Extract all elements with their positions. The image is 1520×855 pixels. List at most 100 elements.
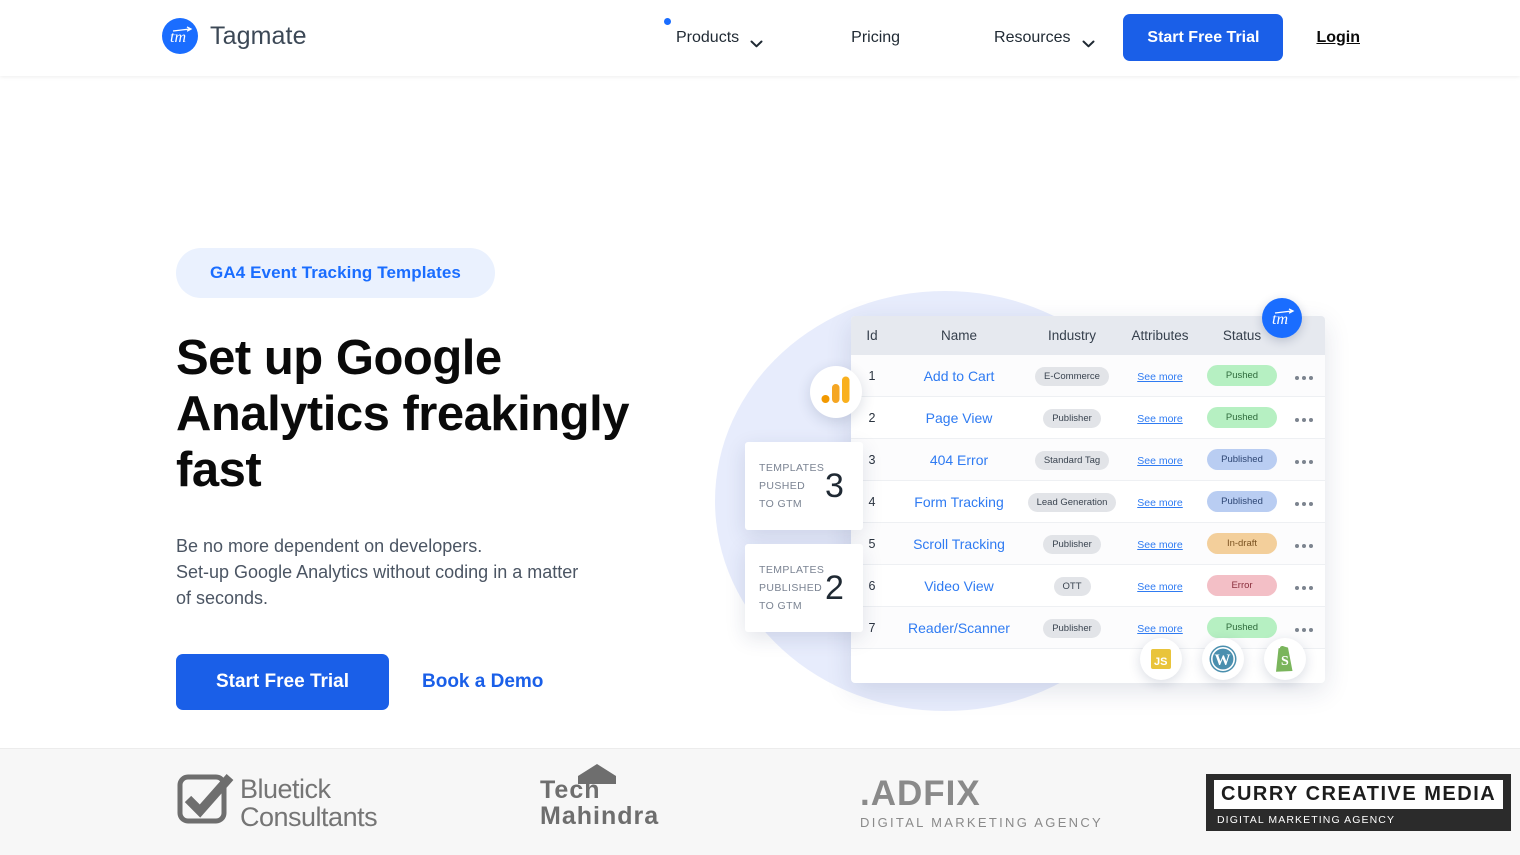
cell-industry: E-Commerce (1025, 366, 1119, 386)
curry-wordmark: CURRY CREATIVE MEDIA (1214, 780, 1504, 809)
table-row[interactable]: 5 Scroll Tracking Publisher See more In-draf… (851, 523, 1325, 565)
cell-status: Pushed (1201, 365, 1283, 386)
table-row[interactable]: 2 Page View Publisher See more Pushed (851, 397, 1325, 439)
hero-illustration: Id Name Industry Attributes Status 1 Add … (700, 266, 1380, 736)
cell-name[interactable]: Add to Cart (893, 368, 1025, 384)
cell-name[interactable]: Reader/Scanner (893, 620, 1025, 636)
cell-actions[interactable] (1283, 451, 1325, 469)
industry-chip: OTT (1053, 576, 1091, 596)
cell-actions[interactable] (1283, 493, 1325, 511)
column-header-name: Name (940, 328, 977, 343)
hero-book-demo-link[interactable]: Book a Demo (422, 671, 543, 693)
adfix-wordmark: .ADFIX (860, 773, 981, 813)
chevron-down-icon (750, 35, 763, 48)
client-logos-strip: Bluetick Consultants Tech Mahindra .ADFI… (0, 748, 1520, 855)
more-options-icon[interactable] (1295, 543, 1313, 548)
cell-status: Published (1201, 491, 1283, 512)
cell-industry: Publisher (1025, 534, 1119, 554)
see-more-link[interactable]: See more (1137, 413, 1183, 425)
more-options-icon[interactable] (1295, 375, 1313, 380)
nav-item-products[interactable]: Products (664, 18, 763, 48)
cell-industry: Publisher (1025, 618, 1119, 638)
hero-cta-group: Start Free Trial Book a Demo (176, 654, 736, 710)
bluetick-line2: Consultants (240, 801, 378, 832)
status-badge: Pushed (1207, 617, 1277, 638)
chevron-down-icon (1082, 35, 1095, 48)
cell-status: Pushed (1201, 407, 1283, 428)
svg-text:JS: JS (1154, 656, 1167, 668)
cell-id: 2 (868, 410, 876, 425)
table-row[interactable]: 3 404 Error Standard Tag See more Published (851, 439, 1325, 481)
svg-text:tm: tm (1272, 311, 1288, 328)
cell-name[interactable]: Page View (893, 410, 1025, 426)
templates-table-card: Id Name Industry Attributes Status 1 Add … (851, 316, 1325, 683)
javascript-icon: JS (1140, 638, 1182, 680)
nav-item-resources[interactable]: Resources (994, 29, 1095, 48)
stat-label-pushed: Templates pushed to GTM (759, 462, 825, 510)
see-more-link[interactable]: See more (1137, 497, 1183, 509)
stat-label-published: Templates published to GTM (759, 564, 825, 612)
cell-actions[interactable] (1283, 577, 1325, 595)
logo-bluetick-consultants: Bluetick Consultants (176, 749, 378, 855)
cell-status: Error (1201, 575, 1283, 596)
cell-attributes: See more (1119, 493, 1201, 511)
status-badge: Pushed (1207, 365, 1277, 386)
cell-industry: OTT (1025, 576, 1119, 596)
cell-attributes: See more (1119, 409, 1201, 427)
start-free-trial-button[interactable]: Start Free Trial (1123, 14, 1284, 61)
see-more-link[interactable]: See more (1137, 455, 1183, 467)
hero-subtitle-line3: of seconds. (176, 588, 269, 608)
cell-actions[interactable] (1283, 619, 1325, 637)
table-row[interactable]: 6 Video View OTT See more Error (851, 565, 1325, 607)
svg-text:W: W (1215, 652, 1231, 669)
tech-mahindra-house-icon (576, 763, 618, 790)
google-analytics-icon (810, 366, 862, 418)
industry-chip: E-Commerce (1035, 366, 1109, 386)
more-options-icon[interactable] (1295, 501, 1313, 506)
table-body: 1 Add to Cart E-Commerce See more Pushed 2 Pag… (851, 355, 1325, 649)
status-badge: In-draft (1207, 533, 1277, 554)
cell-name[interactable]: Scroll Tracking (893, 536, 1025, 552)
more-options-icon[interactable] (1295, 459, 1313, 464)
cell-actions[interactable] (1283, 367, 1325, 385)
tech-mahindra-line2: Mahindra (540, 801, 660, 830)
nav-item-pricing[interactable]: Pricing (851, 29, 900, 47)
table-row[interactable]: 4 Form Tracking Lead Generation See more Pub… (851, 481, 1325, 523)
cell-actions[interactable] (1283, 409, 1325, 427)
stat-value-published: 2 (825, 568, 844, 607)
bluetick-check-icon (176, 771, 234, 834)
cell-name[interactable]: Video View (893, 578, 1025, 594)
industry-chip: Publisher (1043, 618, 1101, 638)
hero-subtitle-line1: Be no more dependent on developers. (176, 536, 483, 556)
see-more-link[interactable]: See more (1137, 581, 1183, 593)
cell-attributes: See more (1119, 577, 1201, 595)
tech-badges: JS W S (1140, 638, 1306, 680)
more-options-icon[interactable] (1295, 417, 1313, 422)
column-header-attributes: Attributes (1131, 328, 1189, 343)
login-link[interactable]: Login (1316, 29, 1360, 47)
site-header: tm Tagmate Products Pricing Resources St… (0, 0, 1520, 76)
tm-logo-icon: tm (1262, 298, 1302, 338)
industry-chip: Standard Tag (1034, 450, 1110, 470)
more-options-icon[interactable] (1295, 627, 1313, 632)
brand-logo[interactable]: tm Tagmate (162, 18, 307, 54)
hero-badge: GA4 Event Tracking Templates (176, 248, 495, 298)
logo-tech-mahindra: Tech Mahindra (540, 749, 659, 855)
see-more-link[interactable]: See more (1137, 623, 1183, 635)
hero-section: GA4 Event Tracking Templates Set up Goog… (0, 76, 1520, 748)
cell-status: In-draft (1201, 533, 1283, 554)
svg-text:S: S (1281, 654, 1289, 669)
cell-attributes: See more (1119, 451, 1201, 469)
see-more-link[interactable]: See more (1137, 371, 1183, 383)
see-more-link[interactable]: See more (1137, 539, 1183, 551)
status-badge: Pushed (1207, 407, 1277, 428)
status-badge: Published (1207, 491, 1277, 512)
cell-actions[interactable] (1283, 535, 1325, 553)
stat-card-pushed: Templates pushed to GTM 3 (745, 442, 863, 530)
table-row[interactable]: 1 Add to Cart E-Commerce See more Pushed (851, 355, 1325, 397)
more-options-icon[interactable] (1295, 585, 1313, 590)
cell-name[interactable]: Form Tracking (893, 494, 1025, 510)
cell-name[interactable]: 404 Error (893, 452, 1025, 468)
hero-start-free-trial-button[interactable]: Start Free Trial (176, 654, 389, 710)
main-nav: Products Pricing Resources (664, 0, 1095, 76)
